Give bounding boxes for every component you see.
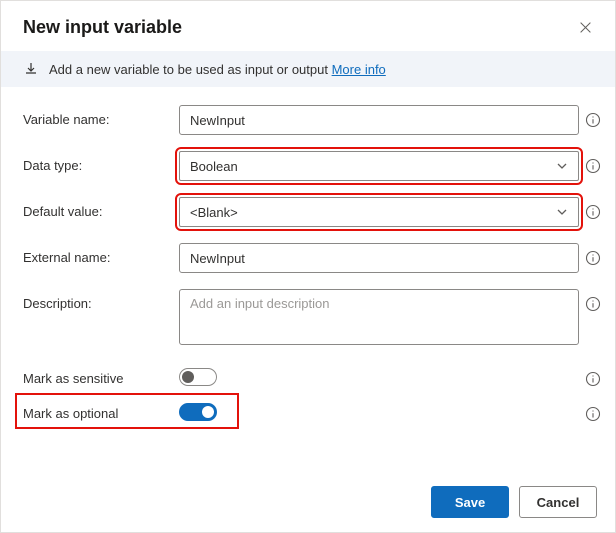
data-type-select[interactable]: Boolean bbox=[179, 151, 579, 181]
external-name-label: External name: bbox=[23, 243, 173, 265]
mark-optional-label: Mark as optional bbox=[23, 399, 173, 421]
chevron-down-icon bbox=[556, 160, 568, 172]
close-button[interactable] bbox=[573, 15, 597, 39]
default-value-label: Default value: bbox=[23, 197, 173, 219]
info-banner: Add a new variable to be used as input o… bbox=[1, 51, 615, 87]
info-icon[interactable] bbox=[585, 296, 601, 312]
external-name-input[interactable] bbox=[179, 243, 579, 273]
description-label: Description: bbox=[23, 289, 173, 311]
data-type-value: Boolean bbox=[190, 159, 238, 174]
info-icon[interactable] bbox=[585, 158, 601, 174]
info-icon[interactable] bbox=[585, 112, 601, 128]
info-icon[interactable] bbox=[585, 250, 601, 266]
cancel-button[interactable]: Cancel bbox=[519, 486, 597, 518]
chevron-down-icon bbox=[556, 206, 568, 218]
more-info-link[interactable]: More info bbox=[332, 62, 386, 77]
mark-optional-toggle[interactable] bbox=[179, 403, 217, 421]
default-value-value: <Blank> bbox=[190, 205, 238, 220]
variable-name-input[interactable] bbox=[179, 105, 579, 135]
mark-sensitive-toggle[interactable] bbox=[179, 368, 217, 386]
dialog-header: New input variable bbox=[1, 1, 615, 51]
close-icon bbox=[579, 21, 592, 34]
dialog-footer: Save Cancel bbox=[431, 486, 597, 518]
save-button[interactable]: Save bbox=[431, 486, 509, 518]
form-area: Variable name: Data type: Boolean Defaul… bbox=[1, 87, 615, 422]
info-icon[interactable] bbox=[585, 204, 601, 220]
info-icon[interactable] bbox=[585, 406, 601, 422]
download-icon bbox=[23, 61, 39, 77]
info-banner-text: Add a new variable to be used as input o… bbox=[49, 62, 386, 77]
default-value-select[interactable]: <Blank> bbox=[179, 197, 579, 227]
dialog-title: New input variable bbox=[23, 17, 573, 38]
description-textarea[interactable] bbox=[179, 289, 579, 345]
variable-name-label: Variable name: bbox=[23, 105, 173, 127]
info-icon[interactable] bbox=[585, 371, 601, 387]
data-type-label: Data type: bbox=[23, 151, 173, 173]
mark-sensitive-label: Mark as sensitive bbox=[23, 364, 173, 386]
